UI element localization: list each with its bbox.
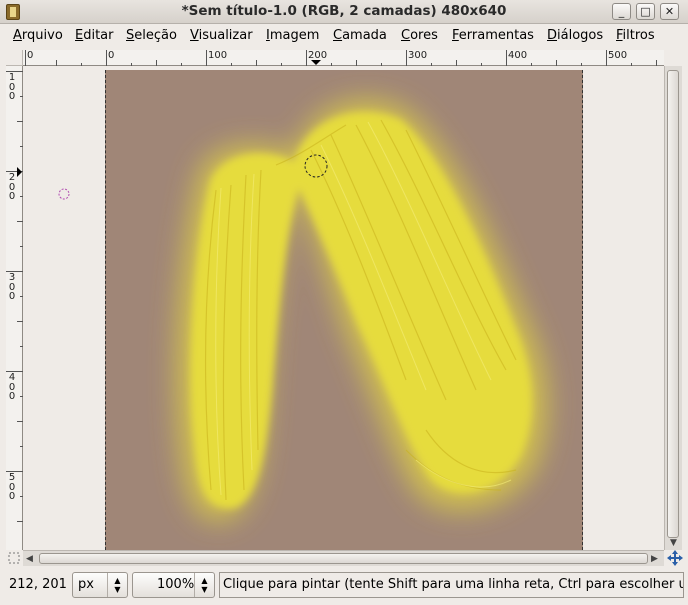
horizontal-ruler-ticks xyxy=(25,50,657,66)
menu-bar: Arquivo Editar Seleção Visualizar Imagem… xyxy=(0,24,688,48)
title-bar: *Sem título-1.0 (RGB, 2 camadas) 480x640… xyxy=(0,0,688,24)
scroll-right-arrow-icon[interactable]: ▶ xyxy=(651,554,658,564)
status-bar: 212, 201 px ▲ ▼ 100% ▲ ▼ Clique para pinta… xyxy=(0,567,688,605)
window-title: *Sem título-1.0 (RGB, 2 camadas) 480x640 xyxy=(181,3,507,19)
vertical-ruler[interactable]: 100 200 300 400 500 xyxy=(6,66,23,550)
unit-spin-arrows-icon[interactable]: ▲ ▼ xyxy=(107,573,127,597)
menu-arquivo[interactable]: Arquivo xyxy=(13,28,63,43)
minimize-button[interactable]: _ xyxy=(612,3,631,20)
status-message: Clique para pintar (tente Shift para uma… xyxy=(219,572,684,598)
menu-filtros[interactable]: Filtros xyxy=(616,28,655,43)
image-canvas[interactable] xyxy=(105,70,583,550)
menu-cores[interactable]: Cores xyxy=(401,28,438,43)
horizontal-scrollbar[interactable]: ◀ ▶ xyxy=(23,550,664,566)
menu-selecao[interactable]: Seleção xyxy=(126,28,177,43)
quick-mask-icon[interactable] xyxy=(6,550,23,566)
ruler-corner[interactable] xyxy=(6,50,23,66)
menu-editar[interactable]: Editar xyxy=(75,28,114,43)
menu-visualizar[interactable]: Visualizar xyxy=(190,28,253,43)
move-arrows-icon[interactable] xyxy=(666,550,684,566)
hair-painting xyxy=(177,100,547,521)
menu-camada[interactable]: Camada xyxy=(333,28,387,43)
horizontal-scroll-thumb[interactable] xyxy=(39,553,648,564)
menu-dialogos[interactable]: Diálogos xyxy=(547,28,603,43)
vertical-scrollbar[interactable]: ▼ xyxy=(664,66,682,550)
zoom-selector[interactable]: 100% ▲ ▼ xyxy=(132,572,215,598)
scroll-down-arrow-icon[interactable]: ▼ xyxy=(670,538,677,548)
maximize-button[interactable]: □ xyxy=(636,3,655,20)
ruler-pointer-marker xyxy=(17,167,22,177)
vertical-scroll-thumb[interactable] xyxy=(667,70,679,538)
horizontal-ruler[interactable]: 0 0 100 200 300 400 500 xyxy=(23,50,664,66)
unit-selector[interactable]: px ▲ ▼ xyxy=(72,572,128,598)
ruler-pointer-marker xyxy=(311,60,321,65)
menu-imagem[interactable]: Imagem xyxy=(266,28,319,43)
scroll-left-arrow-icon[interactable]: ◀ xyxy=(26,554,33,564)
canvas-area[interactable] xyxy=(23,66,664,550)
zoom-value: 100% xyxy=(157,577,195,592)
brush-outline-icon xyxy=(58,188,70,200)
vertical-ruler-ticks xyxy=(6,71,23,522)
unit-value: px xyxy=(78,577,94,592)
pointer-coordinates: 212, 201 xyxy=(9,577,67,592)
zoom-spin-arrows-icon[interactable]: ▲ ▼ xyxy=(194,573,214,597)
menu-ferramentas[interactable]: Ferramentas xyxy=(452,28,534,43)
close-button[interactable]: ✕ xyxy=(660,3,679,20)
